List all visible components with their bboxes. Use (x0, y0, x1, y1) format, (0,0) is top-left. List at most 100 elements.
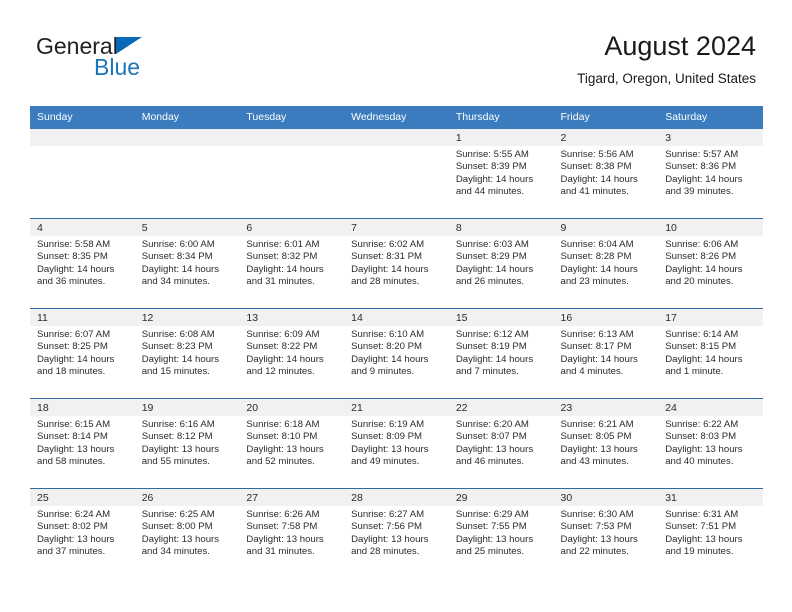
day-number: 25 (30, 489, 135, 506)
sunset-text: Sunset: 8:34 PM (141, 251, 213, 263)
general-blue-logo[interactable]: General Blue (36, 34, 216, 82)
day-details: Sunrise: 5:56 AM Sunset: 8:38 PM Daylight:… (554, 146, 659, 199)
calendar-day-cell[interactable]: 7 Sunrise: 6:02 AM Sunset: 8:31 PM Daylight… (344, 218, 449, 309)
calendar-day-cell-empty (30, 129, 135, 219)
weekday-header-wednesday: Wednesday (344, 106, 449, 129)
calendar-day-cell[interactable]: 1 Sunrise: 5:55 AM Sunset: 8:39 PM Daylight… (448, 129, 554, 219)
calendar-day-cell[interactable]: 10 Sunrise: 6:06 AM Sunset: 8:26 PM Dayligh… (658, 218, 763, 309)
daylight-text-line1: Daylight: 13 hours (665, 443, 743, 455)
day-number: 12 (134, 309, 240, 326)
sunrise-text: Sunrise: 6:31 AM (665, 509, 739, 520)
calendar-day-cell[interactable]: 21 Sunrise: 6:19 AM Sunset: 8:09 PM Dayligh… (344, 398, 449, 489)
sunrise-text: Sunrise: 6:00 AM (141, 239, 215, 250)
calendar-day-cell[interactable]: 28 Sunrise: 6:27 AM Sunset: 7:56 PM Dayligh… (344, 488, 449, 578)
sunset-text: Sunset: 8:26 PM (665, 251, 737, 263)
sunset-text: Sunset: 7:53 PM (560, 521, 632, 533)
logo-triangle-icon (115, 37, 142, 54)
sunset-text: Sunset: 8:35 PM (37, 251, 108, 263)
day-details: Sunrise: 6:01 AM Sunset: 8:32 PM Daylight:… (239, 236, 344, 289)
sunrise-text: Sunrise: 5:57 AM (665, 149, 739, 160)
daylight-text-line2: and 49 minutes. (351, 456, 420, 468)
daylight-text-line1: Daylight: 14 hours (37, 263, 115, 275)
sunset-text: Sunset: 8:31 PM (351, 251, 423, 263)
location-subtitle: Tigard, Oregon, United States (577, 71, 756, 86)
calendar-day-cell[interactable]: 11 Sunrise: 6:07 AM Sunset: 8:25 PM Dayligh… (30, 308, 135, 399)
sunrise-text: Sunrise: 6:18 AM (246, 419, 320, 430)
daylight-text-line2: and 58 minutes. (37, 456, 106, 468)
day-number: 28 (344, 489, 449, 506)
calendar-day-cell[interactable]: 2 Sunrise: 5:56 AM Sunset: 8:38 PM Daylight… (553, 129, 659, 219)
calendar-day-cell[interactable]: 29 Sunrise: 6:29 AM Sunset: 7:55 PM Dayligh… (448, 488, 554, 578)
day-number: 5 (134, 219, 240, 236)
sunset-text: Sunset: 8:22 PM (246, 341, 318, 353)
day-number (134, 129, 240, 146)
calendar-day-cell[interactable]: 9 Sunrise: 6:04 AM Sunset: 8:28 PM Daylight… (553, 218, 659, 309)
calendar-day-cell[interactable]: 6 Sunrise: 6:01 AM Sunset: 8:32 PM Daylight… (239, 218, 345, 309)
daylight-text-line1: Daylight: 14 hours (560, 353, 638, 365)
calendar-day-cell[interactable]: 19 Sunrise: 6:16 AM Sunset: 8:12 PM Dayligh… (134, 398, 240, 489)
calendar-day-cell[interactable]: 26 Sunrise: 6:25 AM Sunset: 8:00 PM Dayligh… (134, 488, 240, 578)
daylight-text-line1: Daylight: 14 hours (246, 353, 324, 365)
calendar-day-cell[interactable]: 23 Sunrise: 6:21 AM Sunset: 8:05 PM Dayligh… (553, 398, 659, 489)
daylight-text-line1: Daylight: 13 hours (560, 443, 638, 455)
day-number: 13 (239, 309, 345, 326)
calendar-day-cell[interactable]: 12 Sunrise: 6:08 AM Sunset: 8:23 PM Dayligh… (134, 308, 240, 399)
daylight-text-line1: Daylight: 13 hours (560, 533, 638, 545)
calendar-day-cell[interactable]: 20 Sunrise: 6:18 AM Sunset: 8:10 PM Dayligh… (239, 398, 345, 489)
sunset-text: Sunset: 8:09 PM (351, 431, 423, 443)
calendar-day-cell[interactable]: 14 Sunrise: 6:10 AM Sunset: 8:20 PM Dayligh… (344, 308, 449, 399)
calendar-day-cell[interactable]: 5 Sunrise: 6:00 AM Sunset: 8:34 PM Daylight… (134, 218, 240, 309)
day-number: 2 (553, 129, 659, 146)
day-number: 29 (448, 489, 554, 506)
calendar-day-cell-empty (344, 129, 449, 219)
day-details: Sunrise: 6:19 AM Sunset: 8:09 PM Daylight:… (344, 416, 449, 469)
daylight-text-line2: and 22 minutes. (560, 546, 629, 558)
daylight-text-line2: and 20 minutes. (665, 276, 734, 288)
page-title: August 2024 (604, 31, 756, 61)
calendar-day-cell[interactable]: 17 Sunrise: 6:14 AM Sunset: 8:15 PM Dayligh… (658, 308, 763, 399)
daylight-text-line2: and 31 minutes. (246, 276, 315, 288)
calendar-day-cell[interactable]: 30 Sunrise: 6:30 AM Sunset: 7:53 PM Dayligh… (553, 488, 659, 578)
calendar-day-cell[interactable]: 16 Sunrise: 6:13 AM Sunset: 8:17 PM Dayligh… (553, 308, 659, 399)
calendar-day-cell[interactable]: 22 Sunrise: 6:20 AM Sunset: 8:07 PM Dayligh… (448, 398, 554, 489)
sunrise-text: Sunrise: 6:09 AM (246, 329, 320, 340)
calendar-day-cell[interactable]: 3 Sunrise: 5:57 AM Sunset: 8:36 PM Daylight… (658, 129, 763, 219)
daylight-text-line2: and 39 minutes. (665, 186, 734, 198)
daylight-text-line1: Daylight: 14 hours (455, 263, 534, 275)
daylight-text-line1: Daylight: 14 hours (665, 173, 743, 185)
calendar-day-cell[interactable]: 4 Sunrise: 5:58 AM Sunset: 8:35 PM Daylight… (30, 218, 135, 309)
calendar-day-cell[interactable]: 31 Sunrise: 6:31 AM Sunset: 7:51 PM Dayligh… (658, 488, 763, 578)
sunrise-text: Sunrise: 6:29 AM (455, 509, 529, 520)
sunset-text: Sunset: 8:03 PM (665, 431, 737, 443)
day-details: Sunrise: 6:21 AM Sunset: 8:05 PM Daylight:… (554, 416, 659, 469)
day-number: 9 (553, 219, 659, 236)
daylight-text-line2: and 43 minutes. (560, 456, 629, 468)
calendar-day-cell[interactable]: 13 Sunrise: 6:09 AM Sunset: 8:22 PM Dayligh… (239, 308, 345, 399)
calendar-day-cell[interactable]: 27 Sunrise: 6:26 AM Sunset: 7:58 PM Dayligh… (239, 488, 345, 578)
weekday-header-friday: Friday (553, 106, 659, 129)
calendar-day-cell[interactable]: 18 Sunrise: 6:15 AM Sunset: 8:14 PM Dayligh… (30, 398, 135, 489)
calendar-week-row: 25 Sunrise: 6:24 AM Sunset: 8:02 PM Dayligh… (30, 488, 763, 578)
daylight-text-line2: and 31 minutes. (246, 546, 315, 558)
day-details: Sunrise: 6:31 AM Sunset: 7:51 PM Daylight:… (658, 506, 763, 559)
sunset-text: Sunset: 8:15 PM (665, 341, 737, 353)
calendar-day-cell[interactable]: 24 Sunrise: 6:22 AM Sunset: 8:03 PM Dayligh… (658, 398, 763, 489)
sunrise-text: Sunrise: 5:56 AM (560, 149, 634, 160)
day-details: Sunrise: 6:03 AM Sunset: 8:29 PM Daylight:… (449, 236, 554, 289)
daylight-text-line2: and 26 minutes. (455, 276, 525, 288)
day-number: 26 (134, 489, 240, 506)
sunrise-text: Sunrise: 6:12 AM (455, 329, 529, 340)
sunset-text: Sunset: 8:20 PM (351, 341, 423, 353)
calendar-page: General Blue August 2024 Tigard, Oregon,… (0, 0, 792, 612)
calendar-day-cell[interactable]: 25 Sunrise: 6:24 AM Sunset: 8:02 PM Dayligh… (30, 488, 135, 578)
daylight-text-line2: and 25 minutes. (455, 546, 525, 558)
sunset-text: Sunset: 8:28 PM (560, 251, 632, 263)
sunset-text: Sunset: 8:25 PM (37, 341, 108, 353)
daylight-text-line1: Daylight: 13 hours (455, 533, 534, 545)
calendar-day-cell[interactable]: 15 Sunrise: 6:12 AM Sunset: 8:19 PM Dayligh… (448, 308, 554, 399)
daylight-text-line2: and 18 minutes. (37, 366, 106, 378)
calendar-day-cell[interactable]: 8 Sunrise: 6:03 AM Sunset: 8:29 PM Daylight… (448, 218, 554, 309)
weekday-header-thursday: Thursday (448, 106, 554, 129)
sunset-text: Sunset: 8:14 PM (37, 431, 108, 443)
daylight-text-line1: Daylight: 13 hours (141, 533, 220, 545)
